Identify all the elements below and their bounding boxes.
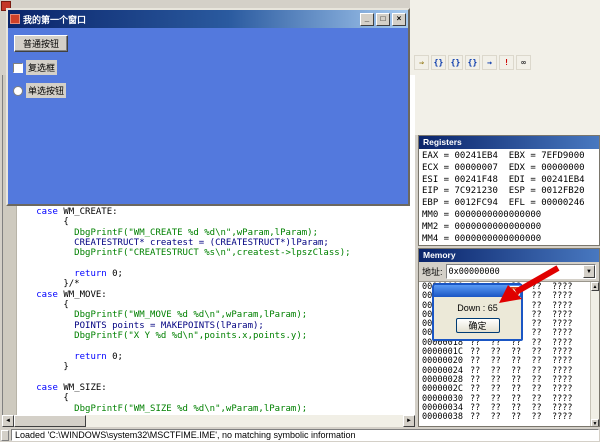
- register-line: MM4 = 0000000000000000: [422, 233, 542, 244]
- checkbox-control[interactable]: 复选框: [13, 60, 58, 75]
- register-line: MM2 = 0000000000000000: [422, 221, 542, 232]
- status-message: Loaded 'C:\WINDOWS\system32\MSCTFIME.IME…: [11, 429, 599, 441]
- code-line: DbgPrintF("WM_CREATE %d %d\n",wParam,lPa…: [20, 227, 319, 238]
- code-line: DbgPrintF("X Y %d %d\n",points.x,points.…: [20, 331, 308, 342]
- registers-pane-titlebar[interactable]: Registers: [419, 136, 599, 149]
- scroll-left-icon[interactable]: ◄: [2, 415, 14, 427]
- code-line: CREATESTRUCT* createst = (CREATESTRUCT*)…: [20, 238, 329, 249]
- memory-pane-titlebar[interactable]: Memory: [419, 249, 599, 262]
- register-line: EBP = 0012FC94 EFL = 00000246: [422, 198, 585, 209]
- code-line: return 0;: [74, 269, 123, 280]
- scroll-down-icon[interactable]: ▼: [591, 419, 599, 426]
- register-line: MM0 = 0000000000000000: [422, 209, 542, 220]
- show-next-statement-icon[interactable]: ⇒: [414, 55, 429, 70]
- maximize-button[interactable]: □: [376, 12, 390, 26]
- scroll-up-icon[interactable]: ▲: [591, 282, 599, 291]
- radio-label: 单选按钮: [26, 83, 67, 98]
- code-line: case WM_SIZE:: [36, 382, 107, 393]
- code-line: return 0;: [74, 351, 123, 362]
- combo-dropdown-icon[interactable]: ▼: [583, 265, 595, 278]
- register-line: EAX = 00241EB4 EBX = 7EFD9000: [422, 151, 585, 161]
- memory-row: 00000038?? ?? ?? ??????: [422, 412, 573, 423]
- scroll-thumb[interactable]: [14, 415, 86, 427]
- quick-watch-icon[interactable]: ∞: [516, 55, 531, 70]
- debug-toolbar: ⇒{}{}{} →! ∞: [414, 55, 531, 70]
- window-controls: _ □ ×: [360, 12, 406, 26]
- window-title: 我的第一个窗口: [23, 14, 87, 25]
- ok-button[interactable]: 确定: [455, 318, 500, 333]
- window-icon: [10, 14, 20, 24]
- my-first-window: 我的第一个窗口 _ □ × 普通按钮 复选框 单选按钮: [6, 8, 410, 206]
- code-hscrollbar: ◄ ►: [2, 415, 415, 427]
- toolbar-area: ⇒{}{}{} →! ∞: [410, 0, 600, 135]
- minimize-button[interactable]: _: [360, 12, 374, 26]
- checkbox-icon: [13, 62, 23, 73]
- step-over-icon[interactable]: {}: [448, 55, 463, 70]
- code-line: {: [20, 217, 69, 228]
- checkbox-label: 复选框: [26, 60, 58, 75]
- scroll-right-icon[interactable]: ►: [403, 415, 415, 427]
- memory-vscrollbar: ▲ ▼: [590, 282, 599, 426]
- code-line: DbgPrintF("WM_MOVE %d %d\n",wParam,lPara…: [20, 310, 308, 321]
- code-line: {: [20, 300, 69, 311]
- run-to-cursor-icon[interactable]: →: [482, 55, 497, 70]
- go-icon[interactable]: !: [499, 55, 514, 70]
- memory-scroll-track: [591, 291, 599, 419]
- code-line: {: [20, 393, 69, 404]
- radio-control[interactable]: 单选按钮: [13, 83, 67, 98]
- code-line: case WM_MOVE:: [36, 289, 107, 300]
- scroll-track: [14, 415, 403, 427]
- code-line: DbgPrintF("WM_SIZE %d %d\n",wParam,lPara…: [20, 403, 308, 414]
- registers-content[interactable]: EAX = 00241EB4 EBX = 7EFD9000 ECX = 00000…: [419, 149, 599, 245]
- window-titlebar[interactable]: 我的第一个窗口 _ □ ×: [8, 10, 408, 28]
- window-client-area: 普通按钮 复选框 单选按钮: [8, 28, 408, 204]
- step-out-icon[interactable]: {}: [465, 55, 480, 70]
- status-bar: Loaded 'C:\WINDOWS\system32\MSCTFIME.IME…: [0, 428, 600, 442]
- register-line: EIP = 7C921230 ESP = 0012FB20: [422, 186, 585, 197]
- address-label: 地址:: [422, 267, 443, 277]
- status-grip: [1, 429, 9, 441]
- register-line: ESI = 00241F48 EDI = 00241EB4: [422, 174, 585, 185]
- code-line: case WM_CREATE:: [36, 207, 118, 217]
- code-line: }: [20, 362, 69, 373]
- close-button[interactable]: ×: [392, 12, 406, 26]
- screen: ⇒{}{}{} →! ∞ case WM_CREATE: { DbgPrintF("…: [0, 0, 600, 442]
- step-into-icon[interactable]: {}: [431, 55, 446, 70]
- register-line: ECX = 00000007 EDX = 00000000: [422, 162, 585, 173]
- normal-button[interactable]: 普通按钮: [14, 35, 68, 52]
- code-line: POINTS points = MAKEPOINTS(lParam);: [20, 320, 264, 331]
- code-line: DbgPrintF("CREATESTRUCT %s\n",createst->…: [20, 248, 351, 259]
- code-line: }/*: [20, 279, 80, 290]
- registers-pane: Registers EAX = 00241EB4 EBX = 7EFD9000 E…: [418, 135, 600, 246]
- annotation-arrow-icon: [499, 265, 560, 303]
- radio-icon: [13, 85, 23, 96]
